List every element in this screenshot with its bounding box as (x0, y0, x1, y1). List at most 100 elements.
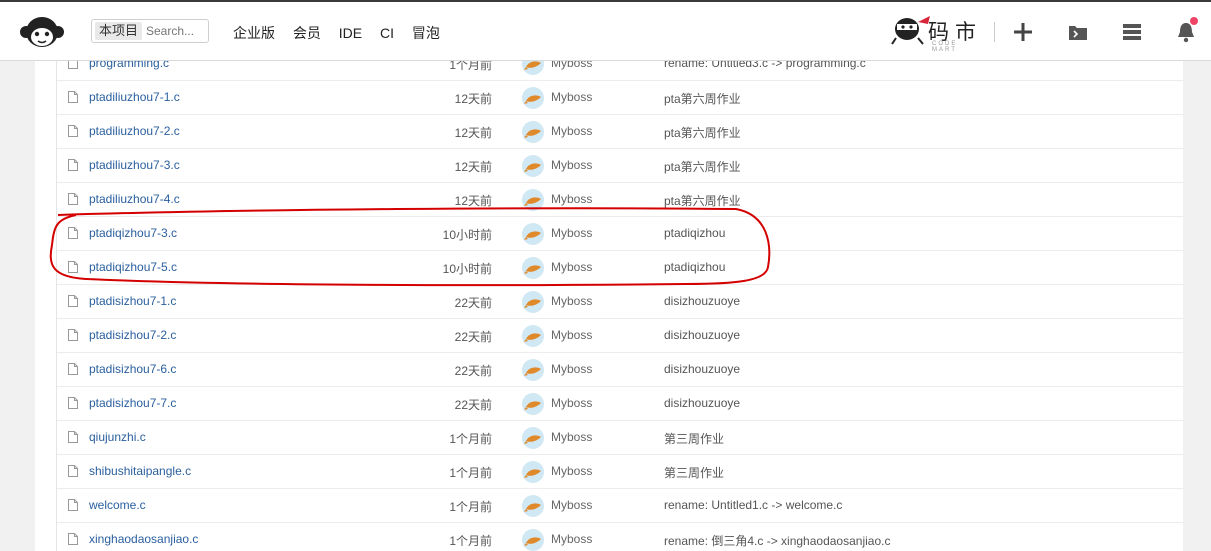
monkey-logo-icon[interactable] (18, 12, 66, 52)
file-name-link[interactable]: ptadiliuzhou7-1.c (89, 90, 180, 104)
author-avatar[interactable] (522, 529, 544, 551)
project-folder-icon[interactable] (1066, 20, 1090, 44)
commit-author[interactable]: Myboss (551, 294, 592, 308)
commit-author[interactable]: Myboss (551, 124, 592, 138)
fish-avatar-icon (524, 333, 541, 342)
file-name-link[interactable]: ptadisizhou7-6.c (89, 362, 176, 376)
commit-message[interactable]: pta第六周作业 (664, 124, 741, 141)
commit-message[interactable]: ptadiqizhou (664, 226, 725, 240)
file-name-link[interactable]: ptadiqizhou7-3.c (89, 226, 177, 240)
file-name-link[interactable]: shibushitaipangle.c (89, 464, 191, 478)
nav-member[interactable]: 会员 (293, 25, 321, 41)
file-name-link[interactable]: xinghaodaosanjiao.c (89, 532, 198, 546)
file-row[interactable]: welcome.c 1个月前 Myboss rename: Untitled1.c -… (57, 489, 1183, 523)
fish-avatar-icon (524, 469, 541, 478)
file-name-link[interactable]: ptadiliuzhou7-4.c (89, 192, 180, 206)
commit-message[interactable]: disizhouzuoye (664, 396, 740, 410)
file-name-link[interactable]: programming.c (89, 61, 169, 70)
commit-message[interactable]: pta第六周作业 (664, 90, 741, 107)
fish-avatar-icon (524, 537, 541, 546)
author-avatar[interactable] (522, 61, 544, 75)
nav-bubble[interactable]: 冒泡 (412, 25, 440, 41)
commit-message[interactable]: disizhouzuoye (664, 328, 740, 342)
author-avatar[interactable] (522, 155, 544, 177)
file-row[interactable]: ptadiliuzhou7-3.c 12天前 Myboss pta第六周作业 (57, 149, 1183, 183)
commit-message[interactable]: pta第六周作业 (664, 158, 741, 175)
nav-ci[interactable]: CI (380, 25, 394, 41)
notification-badge (1190, 17, 1198, 25)
search-input[interactable] (146, 22, 206, 40)
menu-list-icon[interactable] (1120, 20, 1144, 44)
commit-time: 1个月前 (449, 466, 492, 480)
file-icon (68, 295, 78, 307)
commit-message[interactable]: pta第六周作业 (664, 192, 741, 209)
plus-icon[interactable] (1011, 20, 1035, 44)
author-avatar[interactable] (522, 461, 544, 483)
file-name-link[interactable]: ptadiliuzhou7-3.c (89, 158, 180, 172)
commit-author[interactable]: Myboss (551, 532, 592, 546)
commit-author[interactable]: Myboss (551, 260, 592, 274)
file-row[interactable]: ptadisizhou7-2.c 22天前 Myboss disizhouzuoye (57, 319, 1183, 353)
author-avatar[interactable] (522, 121, 544, 143)
author-avatar[interactable] (522, 291, 544, 313)
commit-time: 22天前 (454, 330, 492, 344)
author-avatar[interactable] (522, 87, 544, 109)
author-avatar[interactable] (522, 393, 544, 415)
commit-author[interactable]: Myboss (551, 362, 592, 376)
author-avatar[interactable] (522, 427, 544, 449)
commit-time: 10小时前 (442, 228, 492, 242)
file-name-link[interactable]: ptadiliuzhou7-2.c (89, 124, 180, 138)
commit-author[interactable]: Myboss (551, 464, 592, 478)
file-row[interactable]: shibushitaipangle.c 1个月前 Myboss 第三周作业 (57, 455, 1183, 489)
commit-message[interactable]: disizhouzuoye (664, 294, 740, 308)
file-row[interactable]: ptadiliuzhou7-4.c 12天前 Myboss pta第六周作业 (57, 183, 1183, 217)
commit-author[interactable]: Myboss (551, 396, 592, 410)
commit-message[interactable]: disizhouzuoye (664, 362, 740, 376)
file-name-link[interactable]: ptadisizhou7-7.c (89, 396, 176, 410)
fish-avatar-icon (524, 163, 541, 172)
file-icon (68, 363, 78, 375)
nav-ide[interactable]: IDE (339, 25, 362, 41)
commit-message[interactable]: 第三周作业 (664, 430, 724, 447)
file-name-link[interactable]: ptadisizhou7-1.c (89, 294, 176, 308)
commit-author[interactable]: Myboss (551, 498, 592, 512)
commit-message[interactable]: rename: 倒三角4.c -> xinghaodaosanjiao.c (664, 532, 890, 549)
file-row[interactable]: ptadiqizhou7-5.c 10小时前 Myboss ptadiqizhou (57, 251, 1183, 285)
file-row[interactable]: ptadisizhou7-7.c 22天前 Myboss disizhouzuoye (57, 387, 1183, 421)
commit-message[interactable]: 第三周作业 (664, 464, 724, 481)
codemart-brand[interactable]: 码市 CODE MART (890, 10, 985, 53)
search-scope-label[interactable]: 本项目 (95, 22, 143, 40)
file-name-link[interactable]: qiujunzhi.c (89, 430, 146, 444)
commit-author[interactable]: Myboss (551, 61, 592, 70)
file-row[interactable]: ptadiqizhou7-3.c 10小时前 Myboss ptadiqizhou (57, 217, 1183, 251)
commit-author[interactable]: Myboss (551, 158, 592, 172)
author-avatar[interactable] (522, 495, 544, 517)
commit-author[interactable]: Myboss (551, 226, 592, 240)
file-row[interactable]: programming.c 1个月前 Myboss rename: Untitled3… (57, 61, 1183, 81)
file-row[interactable]: ptadisizhou7-6.c 22天前 Myboss disizhouzuoye (57, 353, 1183, 387)
file-row[interactable]: xinghaodaosanjiao.c 1个月前 Myboss rename: 倒三角… (57, 523, 1183, 551)
author-avatar[interactable] (522, 257, 544, 279)
file-row[interactable]: ptadiliuzhou7-1.c 12天前 Myboss pta第六周作业 (57, 81, 1183, 115)
search-box[interactable]: 本项目 (91, 19, 209, 43)
file-name-link[interactable]: welcome.c (89, 498, 146, 512)
commit-author[interactable]: Myboss (551, 430, 592, 444)
nav-enterprise[interactable]: 企业版 (233, 25, 275, 41)
file-row[interactable]: ptadisizhou7-1.c 22天前 Myboss disizhouzuoye (57, 285, 1183, 319)
author-avatar[interactable] (522, 359, 544, 381)
commit-author[interactable]: Myboss (551, 328, 592, 342)
file-name-link[interactable]: ptadiqizhou7-5.c (89, 260, 177, 274)
file-list: programming.c 1个月前 Myboss rename: Untitled3… (56, 61, 1183, 551)
commit-message[interactable]: rename: Untitled3.c -> programming.c (664, 61, 866, 70)
file-name-link[interactable]: ptadisizhou7-2.c (89, 328, 176, 342)
author-avatar[interactable] (522, 325, 544, 347)
file-row[interactable]: ptadiliuzhou7-2.c 12天前 Myboss pta第六周作业 (57, 115, 1183, 149)
commit-author[interactable]: Myboss (551, 192, 592, 206)
commit-message[interactable]: ptadiqizhou (664, 260, 725, 274)
author-avatar[interactable] (522, 223, 544, 245)
commit-message[interactable]: rename: Untitled1.c -> welcome.c (664, 498, 842, 512)
commit-time: 10小时前 (442, 262, 492, 276)
file-row[interactable]: qiujunzhi.c 1个月前 Myboss 第三周作业 (57, 421, 1183, 455)
commit-author[interactable]: Myboss (551, 90, 592, 104)
author-avatar[interactable] (522, 189, 544, 211)
